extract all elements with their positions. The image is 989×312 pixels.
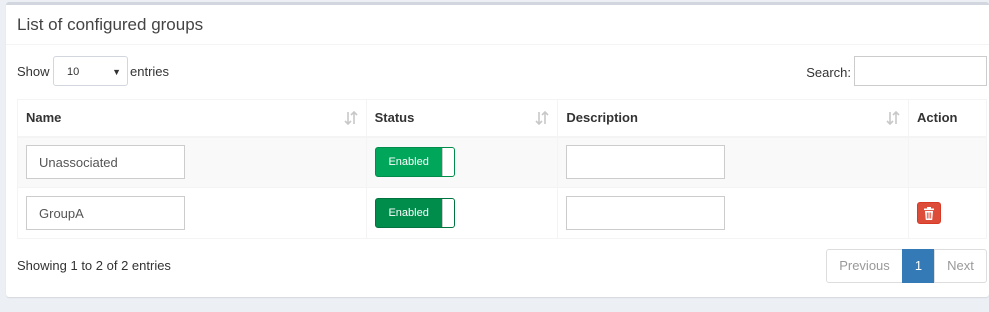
- column-header-status[interactable]: Status: [365, 99, 559, 138]
- column-header-name[interactable]: Name: [17, 99, 367, 138]
- search-label: Search:: [806, 65, 851, 80]
- page-1-button[interactable]: 1: [902, 249, 935, 283]
- toggle-knob: [441, 199, 454, 227]
- trash-icon: [924, 206, 935, 220]
- column-header-description[interactable]: Description: [557, 99, 910, 138]
- search-input[interactable]: [854, 56, 987, 86]
- table-info: Showing 1 to 2 of 2 entries: [17, 258, 171, 273]
- status-cell: Enabled: [365, 136, 559, 188]
- delete-button[interactable]: [917, 202, 942, 224]
- table-controls: Show 10 ▼ entries Search:: [17, 55, 987, 89]
- status-cell: Enabled: [365, 187, 559, 239]
- page-size-value: 10: [67, 66, 80, 78]
- pagination: Previous 1 Next: [826, 249, 987, 283]
- table-header-row: Name Status Description Action: [17, 99, 987, 138]
- panel-header: List of configured groups: [6, 5, 989, 45]
- column-header-action: Action: [908, 99, 987, 138]
- panel-title: List of configured groups: [17, 15, 204, 34]
- next-page-button[interactable]: Next: [934, 249, 987, 283]
- description-cell: [557, 136, 910, 188]
- group-name-field[interactable]: Unassociated: [26, 145, 185, 180]
- table-row: GroupA Enabled: [17, 187, 987, 239]
- table-row: Unassociated Enabled: [17, 136, 987, 188]
- group-name-field[interactable]: GroupA: [26, 196, 185, 230]
- toggle-knob: [441, 148, 454, 177]
- show-label: Show: [17, 64, 50, 79]
- name-cell: Unassociated: [17, 136, 367, 188]
- previous-page-button[interactable]: Previous: [826, 249, 903, 283]
- chevron-down-icon: ▼: [112, 67, 121, 77]
- description-field[interactable]: [566, 196, 726, 230]
- groups-panel: List of configured groups Show 10 ▼ entr…: [6, 2, 989, 297]
- status-toggle-label: Enabled: [388, 207, 429, 219]
- sort-icon: [344, 111, 358, 125]
- page-size-select[interactable]: 10 ▼: [53, 56, 128, 86]
- sort-icon: [535, 111, 549, 125]
- sort-icon: [886, 111, 900, 125]
- name-cell: GroupA: [17, 187, 367, 239]
- groups-table: Name Status Description Action Unassocia…: [17, 99, 987, 239]
- description-field[interactable]: [566, 145, 726, 180]
- status-toggle-label: Enabled: [388, 156, 429, 169]
- description-cell: [557, 187, 910, 239]
- entries-label: entries: [130, 64, 170, 79]
- status-toggle[interactable]: Enabled: [374, 147, 455, 178]
- status-toggle[interactable]: Enabled: [374, 198, 455, 228]
- action-cell: [908, 187, 987, 239]
- action-cell: [908, 136, 987, 188]
